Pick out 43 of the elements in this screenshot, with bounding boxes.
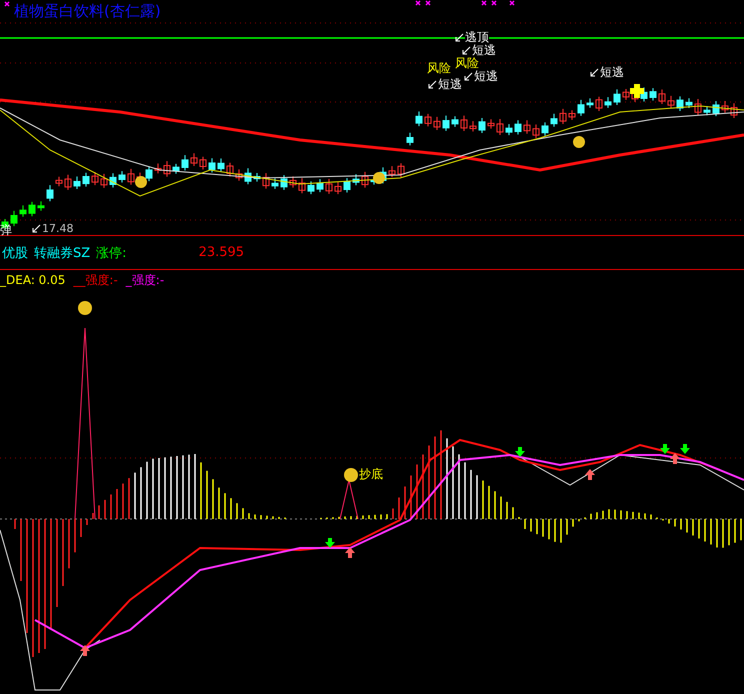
arrow-icon [464,72,473,81]
legend-text: _DEA: 0.05 [0,273,66,287]
cross-mark-icon [509,0,515,6]
down-arrow-icon [515,447,525,457]
info-text: 优股 [2,244,28,262]
down-arrow-icon [325,538,335,548]
price-label: 17.48 [42,222,74,235]
up-arrow-icon [670,453,680,464]
cross-mark-icon [491,0,497,6]
info-text: 23.595 [198,245,244,260]
marker-icon [78,301,92,315]
cross-mark-icon [415,0,421,6]
cross-icon [630,84,644,98]
cross-mark-icon [481,0,487,6]
info-text: 涨停: [96,244,127,262]
arrow-icon [428,80,437,89]
signal-label: 抄底 [359,466,383,483]
signal-spike-line [340,480,358,520]
up-arrow-icon [80,645,90,656]
signal-label: 逃顶 [465,31,489,44]
up-arrow-icon [345,547,355,558]
arrow-icon [455,33,464,42]
signal-label: 短逃 [474,70,498,83]
arrow-icon [32,224,41,233]
arrow-icon [462,46,471,55]
signal-label: 弹 [0,222,12,239]
marker-icon [573,136,585,148]
legend-text: __强度:- [73,272,118,288]
info-text: 转融券SZ [34,244,90,262]
signal-label: 风险 [455,57,479,70]
signal-label: 短逃 [438,78,462,91]
arrow-icon [590,68,599,77]
signal-label: 短逃 [600,66,624,79]
marker-icon [135,176,147,188]
chart-title: 植物蛋白饮料(杏仁露) [14,2,161,21]
signal-label: 短逃 [472,44,496,57]
up-arrow-icon [585,469,595,480]
cross-mark-icon [4,1,10,7]
cross-mark-icon [425,0,431,6]
marker-icon [373,172,385,184]
marker-icon [344,468,358,482]
legend-text: _强度:- [126,272,164,288]
signal-label: 风险 [427,62,451,75]
